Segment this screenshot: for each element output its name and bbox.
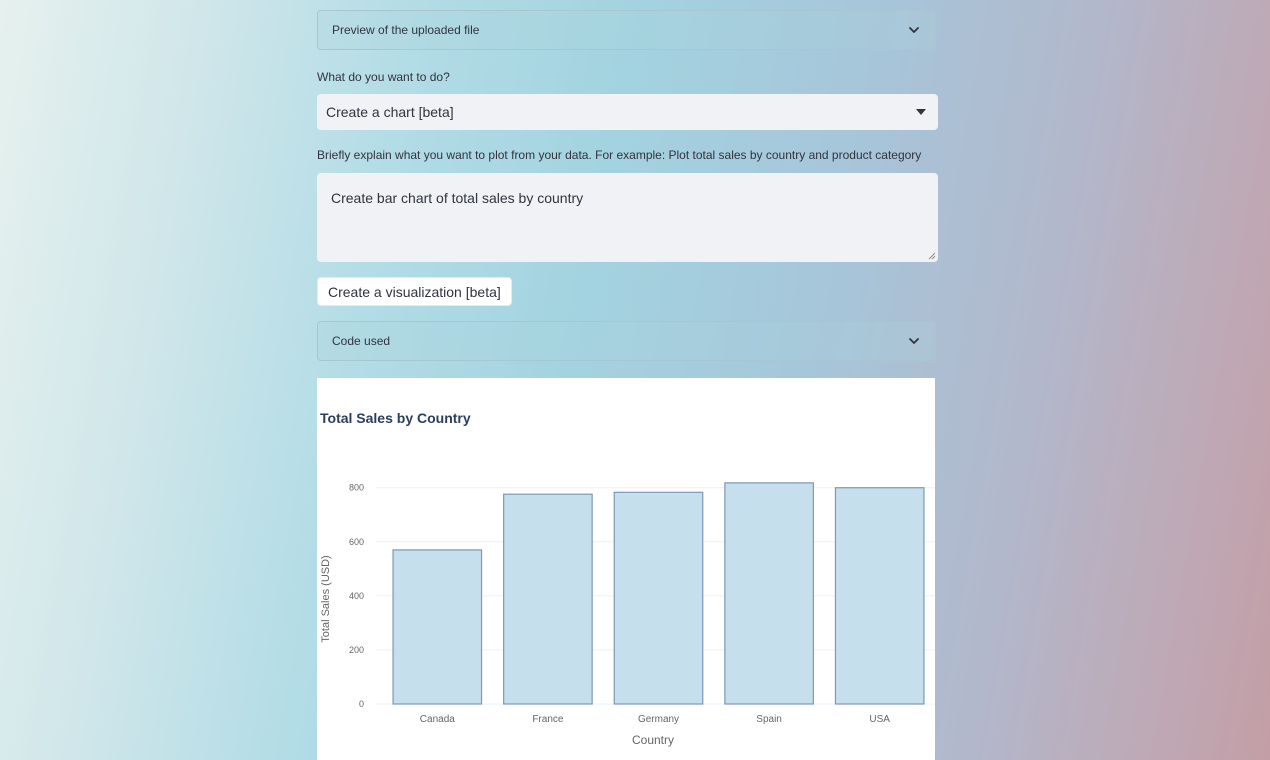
x-tick-label: Canada xyxy=(420,714,455,725)
bar-chart: 0 200 400 600 800 Canada France Germany Spain US… xyxy=(320,482,935,747)
y-tick-label: 0 xyxy=(359,699,364,709)
preview-expander-label: Preview of the uploaded file xyxy=(332,23,480,37)
y-tick-label: 800 xyxy=(349,483,364,493)
create-visualization-button[interactable]: Create a visualization [beta] xyxy=(317,277,512,306)
prompt-textarea[interactable]: Create bar chart of total sales by count… xyxy=(317,173,938,262)
action-select-value: Create a chart [beta] xyxy=(326,104,454,120)
y-axis-label: Total Sales (USD) xyxy=(320,555,332,642)
code-expander[interactable]: Code used xyxy=(317,321,936,361)
preview-expander[interactable]: Preview of the uploaded file xyxy=(317,10,936,50)
bar-spain[interactable] xyxy=(724,482,814,705)
x-tick-label: Spain xyxy=(756,714,782,725)
bar-france[interactable] xyxy=(503,493,593,705)
action-label: What do you want to do? xyxy=(317,70,450,84)
x-tick-label: France xyxy=(532,714,564,725)
chevron-down-icon xyxy=(909,338,919,344)
x-axis-label: Country xyxy=(632,733,674,747)
resize-grip-icon[interactable] xyxy=(928,252,936,260)
x-tick-label: Germany xyxy=(638,714,679,725)
chart-card: Total Sales by Country 0 200 400 600 800 Can… xyxy=(317,378,935,760)
code-expander-label: Code used xyxy=(332,334,391,348)
x-tick-label: USA xyxy=(869,714,890,725)
bar-canada[interactable] xyxy=(392,549,483,705)
bar-usa[interactable] xyxy=(834,487,925,705)
prompt-textarea-value: Create bar chart of total sales by count… xyxy=(331,190,584,206)
action-select[interactable]: Create a chart [beta] xyxy=(317,94,938,130)
bar-germany[interactable] xyxy=(613,491,704,705)
y-tick-label: 600 xyxy=(349,537,364,547)
y-tick-label: 200 xyxy=(349,645,364,655)
y-tick-label: 400 xyxy=(349,591,364,601)
prompt-label: Briefly explain what you want to plot fr… xyxy=(317,148,922,162)
chevron-down-icon xyxy=(909,27,919,33)
caret-down-icon xyxy=(916,109,926,115)
